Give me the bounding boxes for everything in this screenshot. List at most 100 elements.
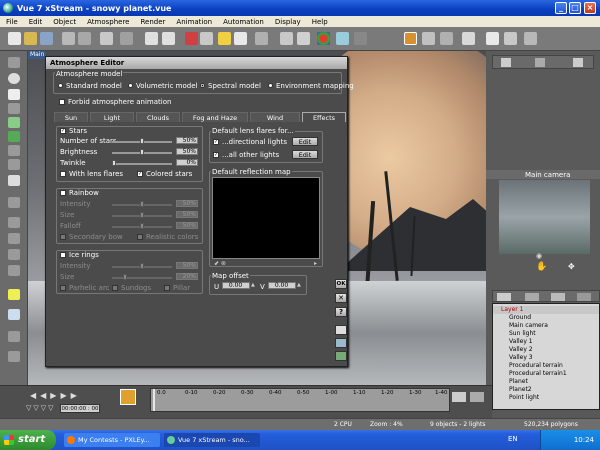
list-item[interactable]: Main camera [493,322,599,330]
rainbow-size-slider[interactable] [112,212,172,218]
menu-edit[interactable]: Edit [29,18,43,26]
render-area-icon[interactable] [200,32,213,45]
options-icon[interactable] [524,32,537,45]
paste-icon[interactable] [78,32,91,45]
slider-knob[interactable] [140,201,144,207]
edit-other-button[interactable]: Edit [292,150,318,159]
list-item[interactable]: Valley 1 [493,338,599,346]
directional-lights-checkbox[interactable]: ✓ [213,139,219,145]
load-preset-icon[interactable] [335,325,347,335]
list-item[interactable]: Procedural terrain [493,362,599,370]
forest-icon[interactable] [8,131,20,142]
terrain-icon[interactable] [8,103,20,114]
duplicate-icon[interactable] [100,32,113,45]
record-anim-icon[interactable] [120,389,136,405]
save-icon[interactable] [40,32,53,45]
colored-stars-checkbox[interactable]: ✓ [137,171,143,177]
preview-icon[interactable] [335,351,347,361]
help-button[interactable]: ? [335,307,347,317]
copy-icon[interactable] [62,32,75,45]
open-icon[interactable] [24,32,37,45]
spotlight-icon[interactable] [8,309,20,320]
move-icon[interactable] [280,32,293,45]
layout-icon[interactable] [404,32,417,45]
list-item[interactable]: Planet2 [493,386,599,394]
preview-icon[interactable] [462,32,475,45]
tab-light[interactable]: Light [90,112,134,122]
ice-intensity-slider[interactable] [112,263,172,269]
task-vue[interactable]: Vue 7 xStream - sno... [164,433,260,447]
camera-rotate-icon[interactable]: ◉ [536,252,542,260]
rainbow-falloff-slider[interactable] [112,223,172,229]
menu-help[interactable]: Help [312,18,328,26]
pillar-checkbox[interactable] [164,285,170,291]
stars-number-slider[interactable] [112,138,172,144]
links-tab-icon[interactable] [577,293,591,301]
realistic-colors-checkbox[interactable] [137,234,143,240]
radio-environment[interactable] [268,83,273,88]
timeline-expand-icon[interactable] [470,392,484,402]
metablob-icon[interactable] [8,233,20,244]
close-button[interactable]: × [584,2,596,14]
front-view-icon[interactable] [535,58,545,67]
ice-size-slider[interactable] [112,274,172,280]
rainbow-falloff-value[interactable]: 50% [176,222,198,229]
grid-icon[interactable] [354,32,367,45]
map-load-icon[interactable]: ⬋ ⊗ [214,260,226,267]
rainbow-intensity-slider[interactable] [112,201,172,207]
list-item[interactable]: Procedural terrain1 [493,370,599,378]
menu-animation[interactable]: Animation [176,18,212,26]
top-view-icon[interactable] [501,58,511,67]
cylinder-icon[interactable] [8,197,20,208]
playhead[interactable] [153,389,155,411]
view-icon[interactable] [440,32,453,45]
cancel-button[interactable]: ✕ [335,293,347,303]
link-icon[interactable] [8,331,20,342]
stars-brightness-slider[interactable] [112,149,172,155]
slider-knob[interactable] [140,263,144,269]
offset-v-spinner-icon[interactable]: ▲ [297,282,301,288]
edit-directional-button[interactable]: Edit [292,137,318,146]
display-icon[interactable] [486,32,499,45]
torus-icon[interactable] [8,249,20,260]
tab-wind[interactable]: Wind [250,112,300,122]
other-lights-checkbox[interactable]: ✓ [213,152,219,158]
ok-button[interactable]: OK [335,279,347,289]
slider-knob[interactable] [123,274,127,280]
tab-fog-haze[interactable]: Fog and Haze [182,112,248,122]
fullscreen-icon[interactable] [504,32,517,45]
menu-display[interactable]: Display [275,18,301,26]
timeline-tool-icon[interactable] [452,392,466,402]
sun-icon[interactable] [218,32,231,45]
cloud-icon[interactable] [234,32,247,45]
menu-render[interactable]: Render [140,18,165,26]
stars-number-value[interactable]: 50% [176,137,198,144]
objects-tab-icon[interactable] [497,293,511,301]
offset-u-spinner-icon[interactable]: ▲ [251,282,255,288]
offset-u-input[interactable]: 0.00 [222,282,250,289]
list-item[interactable]: Sun light [493,330,599,338]
render-icon[interactable] [185,32,198,45]
radio-standard[interactable] [58,83,63,88]
library-tab-icon[interactable] [551,293,565,301]
radio-volumetric[interactable] [128,83,133,88]
timeline-ruler[interactable]: 0.0 0-10 0-20 0-30 0-40 0-50 1-00 1-10 1… [150,388,450,412]
stars-twinkle-slider[interactable] [112,160,172,166]
menu-automation[interactable]: Automation [223,18,264,26]
group-icon[interactable] [8,265,20,276]
light-icon[interactable] [8,289,20,300]
rainbow-size-value[interactable]: 50% [176,211,198,218]
cone-icon[interactable] [8,159,20,170]
map-menu-icon[interactable]: ▸ [314,260,317,267]
rotate-icon[interactable] [297,32,310,45]
task-firefox[interactable]: My Contests - PXLEy... [64,433,160,447]
slider-knob[interactable] [140,223,144,229]
materials-tab-icon[interactable] [525,293,539,301]
offset-v-input[interactable]: 0.00 [268,282,296,289]
new-icon[interactable] [8,32,21,45]
rainbow-intensity-value[interactable]: 50% [176,200,198,207]
main-camera-preview[interactable] [499,180,590,254]
text-icon[interactable] [8,89,20,100]
radio-spectral[interactable] [200,83,205,88]
transport-controls-icon[interactable]: ◀◀▶▶▶ [30,391,81,400]
